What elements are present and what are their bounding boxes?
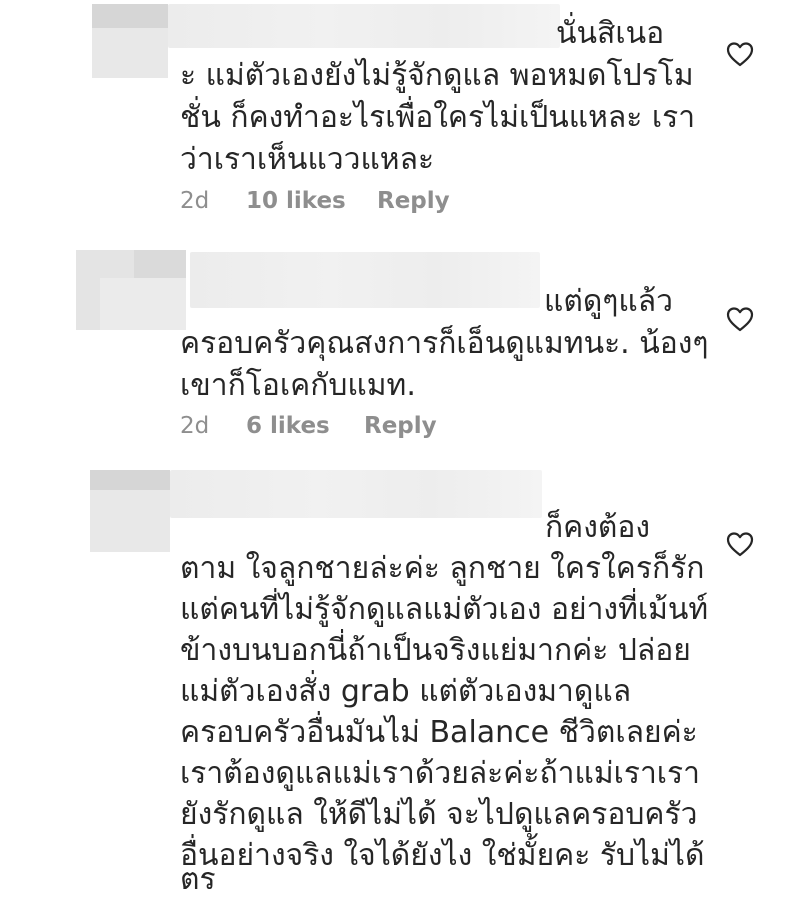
timestamp: 2d xyxy=(180,188,210,214)
comment-text-line: ว่าเราเห็นแววแหละ xyxy=(180,142,435,177)
comment-text-line: ชั่น ก็คงทำอะไรเพื่อใครไม่เป็นแหละ เรา xyxy=(180,100,696,135)
avatar[interactable] xyxy=(92,4,168,78)
reply-button[interactable]: Reply xyxy=(364,413,437,439)
username-blurred[interactable] xyxy=(170,470,542,518)
username-blurred[interactable] xyxy=(190,252,540,308)
comment-text-line: เราต้องดูแลแม่เราด้วยล่ะค่ะถ้าแม่เราเรา xyxy=(180,756,701,791)
heart-outline-icon xyxy=(726,42,754,67)
comment-meta: 2d 10 likes Reply xyxy=(180,188,450,214)
comment-text-line: ครอบครัวคุณสงการก็เอ็นดูแมทนะ. น้องๆ xyxy=(180,326,709,361)
comment-text-line: นั่นสิเนอ xyxy=(556,16,665,51)
comment-text-line: ครอบครัวอื่นมันไม่ Balance ชีวิตเลยค่ะ xyxy=(180,715,698,750)
heart-outline-icon xyxy=(726,307,754,332)
likes-count[interactable]: 6 likes xyxy=(246,413,330,439)
like-button[interactable] xyxy=(725,305,755,333)
heart-outline-icon xyxy=(726,532,754,557)
comment-meta: 2d 6 likes Reply xyxy=(180,413,437,439)
comment-text-line: ตาม ใจลูกชายล่ะค่ะ ลูกชาย ใครใครก็รัก xyxy=(180,551,705,586)
like-button[interactable] xyxy=(725,530,755,558)
comment-text-line: ก็คงต้อง xyxy=(545,510,651,545)
timestamp: 2d xyxy=(180,413,210,439)
comment-text-line: แม่ตัวเองสั่ง grab แต่ตัวเองมาดูแล xyxy=(180,674,632,709)
avatar[interactable] xyxy=(90,470,170,552)
comment-text-line: ยังรักดูแล ให้ดีไม่ได้ จะไปดูแลครอบครัว xyxy=(180,797,698,832)
like-button[interactable] xyxy=(725,40,755,68)
comment-text-line: ตร xyxy=(180,862,216,897)
username-blurred[interactable] xyxy=(168,4,560,48)
reply-button[interactable]: Reply xyxy=(377,188,450,214)
avatar[interactable] xyxy=(76,250,186,330)
likes-count[interactable]: 10 likes xyxy=(246,188,346,214)
comment-text-line: อื่นอย่างจริง ใจได้ยังไง ใช่มั้ยคะ รับไม… xyxy=(180,838,705,873)
comment-text-line: เขาก็โอเคกับแมท. xyxy=(180,368,416,403)
comment-text-line: ข้างบนบอกนี่ถ้าเป็นจริงแย่มากค่ะ ปล่อย xyxy=(180,633,691,668)
comment-text-line: ะ แม่ตัวเองยังไม่รู้จักดูแล พอหมดโปรโม xyxy=(180,58,694,93)
comment-text-line: แต่ดูๆแล้ว xyxy=(544,284,673,319)
comment-text-line: แต่คนที่ไม่รู้จักดูแลแม่ตัวเอง อย่างที่เ… xyxy=(180,592,709,627)
